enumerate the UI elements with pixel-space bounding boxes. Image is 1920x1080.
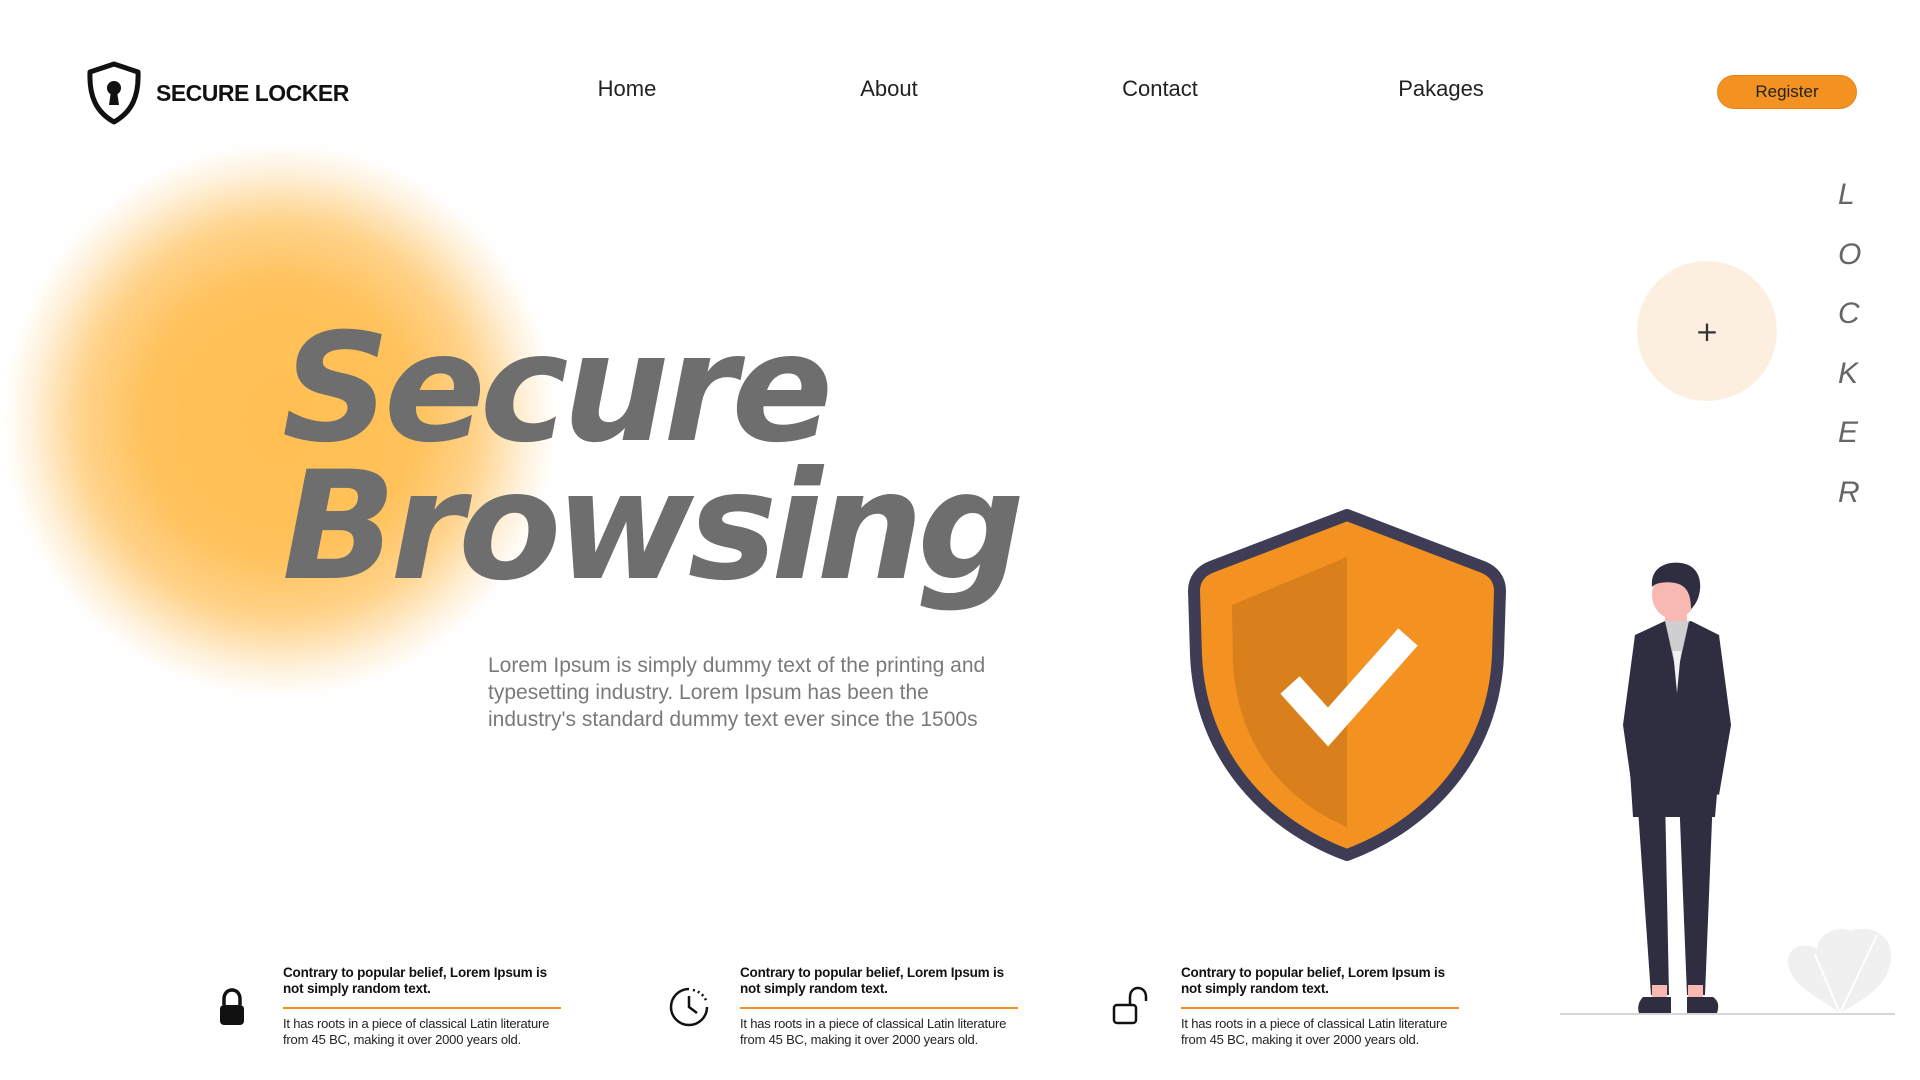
- register-button[interactable]: Register: [1717, 75, 1857, 109]
- shield-check-illustration: [1188, 509, 1506, 861]
- feature-title: Contrary to popular belief, Lorem Ipsum …: [283, 965, 547, 996]
- vertical-letter: E: [1838, 416, 1859, 449]
- nav-home-link[interactable]: Home: [598, 76, 657, 102]
- padlock-open-icon: [1112, 986, 1148, 1025]
- feature-text: It has roots in a piece of classical Lat…: [1181, 1016, 1448, 1047]
- ground-line: [1560, 1013, 1895, 1015]
- feature-divider: [283, 1007, 561, 1009]
- feature-title: Contrary to popular belief, Lorem Ipsum …: [740, 965, 1004, 996]
- feature-title: Contrary to popular belief, Lorem Ipsum …: [1181, 965, 1445, 996]
- feature-text: It has roots in a piece of classical Lat…: [283, 1016, 550, 1047]
- vertical-letter: K: [1838, 356, 1859, 390]
- feature-body: Contrary to popular belief, Lorem Ipsum …: [740, 965, 1022, 1048]
- feature-divider: [740, 1007, 1018, 1009]
- businessman-illustration: [1623, 562, 1731, 1013]
- hero-description: Lorem Ipsum is simply dummy text of the …: [488, 654, 986, 731]
- main-nav: Home About Contact Pakages: [0, 76, 1920, 106]
- vertical-letter: L: [1838, 178, 1855, 211]
- feature-body: Contrary to popular belief, Lorem Ipsum …: [283, 965, 565, 1048]
- feature-body: Contrary to popular belief, Lorem Ipsum …: [1181, 965, 1463, 1048]
- hero-title-line-2: Browsing: [282, 440, 1025, 614]
- hero-title-line-1: Secure: [282, 302, 833, 476]
- nav-contact-link[interactable]: Contact: [1122, 76, 1198, 102]
- clock-icon: [669, 987, 709, 1027]
- feature-text: It has roots in a piece of classical Lat…: [740, 1016, 1007, 1047]
- vertical-locker-word: L O C K E R: [1838, 178, 1878, 535]
- vertical-letter: O: [1838, 237, 1862, 271]
- nav-packages-link[interactable]: Pakages: [1398, 76, 1484, 102]
- vertical-letter: C: [1838, 297, 1860, 330]
- feature-divider: [1181, 1007, 1459, 1009]
- plus-circle-button[interactable]: +: [1637, 261, 1777, 401]
- vertical-letter: R: [1838, 475, 1860, 509]
- hero-title: Secure Browsing: [282, 302, 1025, 614]
- leaf-decoration: [1787, 928, 1892, 1014]
- landing-page: SECURE LOCKER Home About Contact Pakages…: [0, 0, 1920, 1080]
- nav-about-link[interactable]: About: [860, 76, 918, 102]
- padlock-closed-icon: [220, 988, 244, 1025]
